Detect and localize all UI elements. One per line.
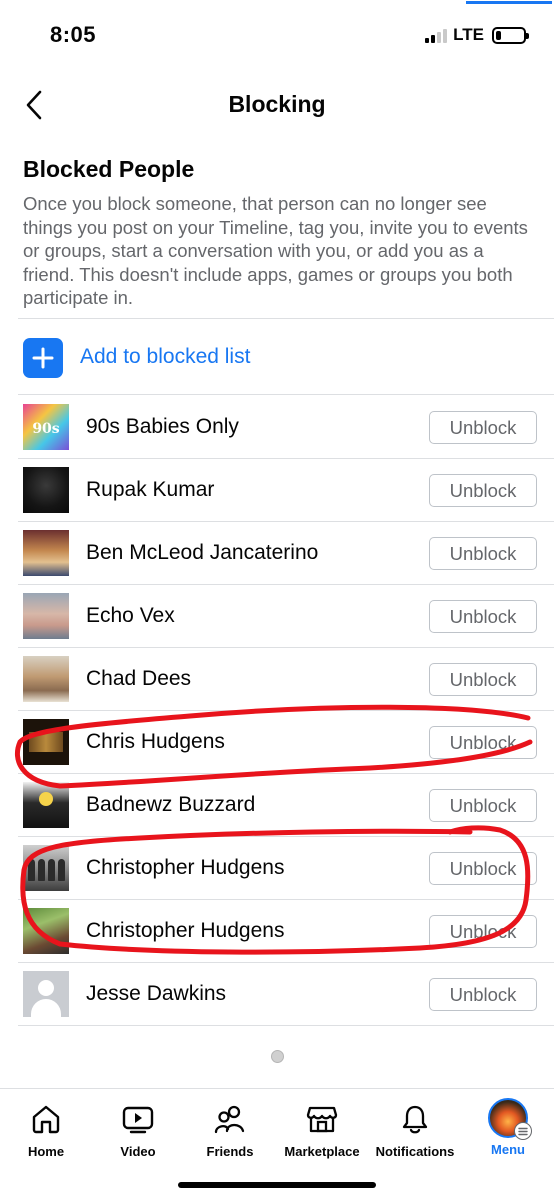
status-indicators: LTE	[425, 25, 529, 45]
avatar[interactable]: 90s	[23, 404, 69, 450]
unblock-button[interactable]: Unblock	[429, 474, 537, 507]
avatar[interactable]	[23, 656, 69, 702]
list-item: Christopher Hudgens Unblock	[0, 900, 554, 963]
list-item: Chris Hudgens Unblock	[0, 711, 554, 774]
tab-home[interactable]: Home	[0, 1088, 92, 1168]
status-time: 8:05	[50, 22, 97, 47]
avatar[interactable]	[23, 782, 69, 828]
video-icon	[121, 1102, 155, 1136]
default-avatar-icon[interactable]	[23, 971, 69, 1017]
avatar[interactable]	[23, 908, 69, 954]
person-name[interactable]: Rupak Kumar	[86, 478, 214, 502]
tab-label: Video	[120, 1144, 156, 1159]
add-to-blocked-list-button[interactable]: Add to blocked list	[0, 320, 554, 394]
tab-friends[interactable]: Friends	[184, 1088, 276, 1168]
section-title: Blocked People	[23, 156, 195, 182]
person-name[interactable]: Chad Dees	[86, 667, 191, 691]
bell-icon	[398, 1102, 432, 1136]
unblock-button[interactable]: Unblock	[429, 852, 537, 885]
home-indicator	[178, 1182, 376, 1188]
tab-label: Notifications	[375, 1144, 455, 1159]
tab-video[interactable]: Video	[92, 1088, 184, 1168]
list-item: Badnewz Buzzard Unblock	[0, 774, 554, 837]
person-name[interactable]: Jesse Dawkins	[86, 982, 226, 1006]
section-description: Once you block someone, that person can …	[23, 193, 528, 309]
unblock-button[interactable]: Unblock	[429, 411, 537, 444]
svg-text:90s: 90s	[32, 421, 59, 437]
active-tab-indicator	[466, 1, 552, 4]
menu-avatar	[488, 1098, 532, 1140]
divider	[18, 394, 554, 395]
tab-label: Menu	[491, 1142, 525, 1157]
avatar[interactable]	[23, 530, 69, 576]
avatar[interactable]	[23, 845, 69, 891]
signal-strength-icon	[425, 27, 448, 43]
unblock-button[interactable]: Unblock	[429, 663, 537, 696]
nav-header: Blocking	[0, 80, 554, 130]
tab-label: Marketplace	[284, 1144, 360, 1159]
list-item: Jesse Dawkins Unblock	[0, 963, 554, 1026]
tab-menu[interactable]: Menu	[462, 1088, 554, 1168]
person-name[interactable]: Christopher Hudgens	[86, 919, 284, 943]
unblock-button[interactable]: Unblock	[429, 726, 537, 759]
unblock-button[interactable]: Unblock	[429, 600, 537, 633]
avatar[interactable]	[23, 719, 69, 765]
person-name[interactable]: Ben McLeod Jancaterino	[86, 541, 318, 565]
avatar[interactable]	[23, 467, 69, 513]
friends-icon	[213, 1102, 247, 1136]
list-item: Echo Vex Unblock	[0, 585, 554, 648]
list-item: Ben McLeod Jancaterino Unblock	[0, 522, 554, 585]
list-item: Chad Dees Unblock	[0, 648, 554, 711]
status-bar: 8:05 LTE	[0, 0, 554, 70]
person-name[interactable]: Chris Hudgens	[86, 730, 225, 754]
unblock-button[interactable]: Unblock	[429, 978, 537, 1011]
tab-notifications[interactable]: Notifications	[369, 1088, 461, 1168]
blocked-people-list: 90s 90s Babies Only Unblock Rupak Kumar …	[0, 396, 554, 1026]
battery-icon	[492, 26, 529, 44]
tab-label: Home	[27, 1144, 65, 1159]
divider	[18, 318, 554, 319]
unblock-button[interactable]: Unblock	[429, 537, 537, 570]
person-name[interactable]: Badnewz Buzzard	[86, 793, 255, 817]
home-icon	[29, 1102, 63, 1136]
person-name[interactable]: Echo Vex	[86, 604, 175, 628]
page-title: Blocking	[228, 91, 326, 117]
avatar[interactable]	[23, 593, 69, 639]
tab-marketplace[interactable]: Marketplace	[276, 1088, 368, 1168]
tab-label: Friends	[206, 1144, 254, 1159]
marketplace-icon	[305, 1102, 339, 1136]
list-item: Christopher Hudgens Unblock	[0, 837, 554, 900]
unblock-button[interactable]: Unblock	[429, 915, 537, 948]
plus-icon	[23, 338, 63, 378]
scroll-indicator-dot	[271, 1050, 284, 1063]
person-name[interactable]: Christopher Hudgens	[86, 856, 284, 880]
list-item: Rupak Kumar Unblock	[0, 459, 554, 522]
network-label: LTE	[453, 25, 484, 44]
unblock-button[interactable]: Unblock	[429, 789, 537, 822]
add-to-blocked-list-label: Add to blocked list	[80, 345, 251, 368]
person-name[interactable]: 90s Babies Only	[86, 415, 239, 439]
menu-lines-icon	[514, 1122, 532, 1140]
list-item: 90s 90s Babies Only Unblock	[0, 396, 554, 459]
